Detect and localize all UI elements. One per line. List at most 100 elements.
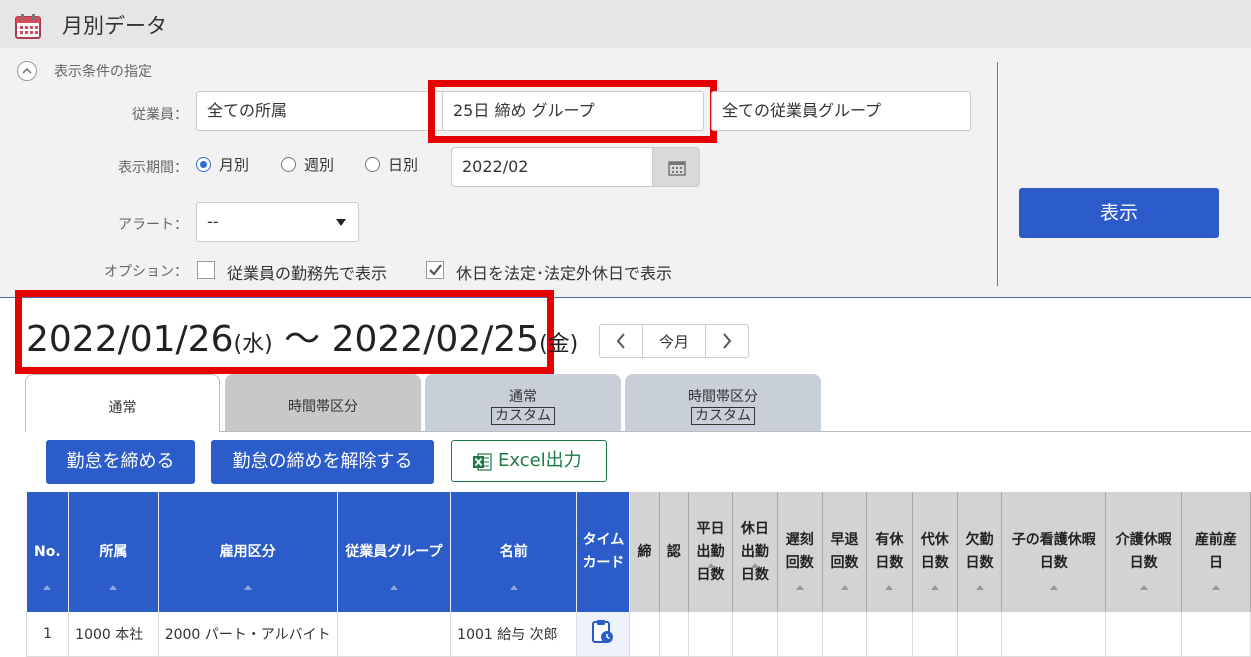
chevron-down-icon [336,219,346,226]
period-start-dow: (水) [233,332,273,357]
tab-time-zone-custom[interactable]: 時間帯区分 カスタム [625,374,821,432]
col-header-late[interactable]: 遅刻 回数 [777,492,823,612]
sort-icon [1139,585,1148,590]
col-header-name[interactable]: 名前 [450,492,578,612]
cell-affiliation: 1000 本社 [68,612,159,657]
cell-nursing-leave [1105,612,1182,657]
tab-normal[interactable]: 通常 [25,374,220,432]
sort-icon [795,585,804,590]
col-header-employment[interactable]: 雇用区分 [158,492,338,612]
option-label: オプション： [104,264,188,280]
col-header-child-care-leave[interactable]: 子の看護休暇 日数 [1001,492,1107,612]
alert-select[interactable]: -- [196,202,359,242]
radio-empty-icon [365,157,380,172]
sort-icon [840,585,849,590]
cell-timecard [576,612,631,657]
excel-export-button[interactable]: Excel出力 [451,440,607,482]
sort-icon [1211,585,1220,590]
this-month-button[interactable]: 今月 [642,325,706,357]
col-header-no[interactable]: No. [26,492,70,612]
col-header-substitute-leave[interactable]: 代休 日数 [912,492,958,612]
affiliation-select[interactable]: 全ての所属 [196,91,456,131]
cell-name: 1001 給与 次郎 [450,612,578,657]
col-header-closed: 締 [629,492,660,612]
release-close-button[interactable]: 勤怠の締めを解除する [211,440,434,484]
month-input[interactable]: 2022/02 [451,147,653,187]
sort-icon [109,585,118,590]
sort-icon [243,585,252,590]
sort-icon [43,585,52,590]
sort-icon [509,585,518,590]
period-label: 表示期間： [118,160,188,176]
col-header-holiday-work[interactable]: 休日 出勤 日数 [732,492,778,612]
alert-label: アラート： [118,217,188,233]
tab-normal-custom[interactable]: 通常 カスタム [425,374,621,432]
col-header-early-leave[interactable]: 早退 回数 [822,492,868,612]
next-button[interactable] [706,325,748,357]
sort-icon [930,585,939,590]
radio-monthly[interactable]: 月別 [196,156,249,174]
calendar-icon [15,14,41,39]
title-bar: 月別データ [0,0,1251,48]
tab-divider [220,431,1251,432]
prev-button[interactable] [600,325,642,357]
period-tilde: ～ [284,319,321,360]
col-header-nursing-leave[interactable]: 介護休暇 日数 [1105,492,1182,612]
cell-weekday-work [687,612,734,657]
timecard-icon[interactable] [592,619,614,645]
period-start: 2022/01/26 [26,319,234,360]
col-header-weekday-work[interactable]: 平日 出勤 日数 [688,492,734,612]
cell-group [336,612,452,657]
col-header-timecard: タイム カード [576,492,631,612]
col-header-approved: 認 [659,492,689,612]
period-range: 2022/01/26(水) ～ 2022/02/25(金) [26,310,578,362]
collapse-icon[interactable] [17,61,37,81]
cell-child-care-leave [1001,612,1107,657]
condition-title: 表示条件の指定 [54,64,152,80]
page-title: 月別データ [62,14,167,38]
radio-selected-icon [196,157,211,172]
radio-weekly[interactable]: 週別 [281,156,334,174]
sort-icon [885,585,894,590]
cell-paid-leave [866,612,913,657]
radio-empty-icon [281,157,296,172]
workplace-checkbox-label: 従業員の勤務先で表示 [227,264,388,283]
radio-daily[interactable]: 日別 [365,156,418,174]
cell-employment: 2000 パート・アルバイト [157,612,338,657]
cell-substitute-leave [911,612,958,657]
cell-absence [956,612,1003,657]
calendar-icon [668,161,686,176]
holiday-checkbox[interactable] [426,261,444,279]
workplace-checkbox[interactable] [197,261,215,279]
sort-icon [1049,585,1058,590]
excel-icon [473,453,492,471]
cell-approved [658,612,689,657]
period-end: 2022/02/25 [331,319,540,360]
tab-time-zone[interactable]: 時間帯区分 [225,374,421,432]
monthly-data-table: No. 所属 雇用区分 従業員グループ 名前 タイム カード 締 認 平日 出勤… [25,492,1251,657]
cell-holiday-work [732,612,778,657]
highlight-box [428,80,717,143]
col-header-maternity-leave[interactable]: 産前産 日 [1181,492,1251,612]
employee-group-select[interactable]: 全ての従業員グループ [711,91,971,131]
sort-icon [975,585,984,590]
show-button[interactable]: 表示 [1019,188,1219,238]
period-pager: 今月 [599,324,749,358]
sort-icon [389,585,398,590]
col-header-paid-leave[interactable]: 有休 日数 [866,492,913,612]
employee-label: 従業員： [132,107,188,123]
period-end-dow: (金) [539,332,579,357]
table-row: 1 1000 本社 2000 パート・アルバイト 1001 給与 次郎 [25,612,1251,657]
chevron-right-icon [723,333,732,349]
holiday-checkbox-label: 休日を法定･法定外休日で表示 [456,264,673,283]
col-header-absence[interactable]: 欠勤 日数 [957,492,1003,612]
col-header-affiliation[interactable]: 所属 [68,492,159,612]
close-attendance-button[interactable]: 勤怠を締める [46,440,195,484]
calendar-button[interactable] [652,147,700,187]
col-header-employee-group[interactable]: 従業員グループ [337,492,452,612]
cell-late [776,612,823,657]
cell-no: 1 [25,612,70,657]
cell-early-leave [821,612,868,657]
divider [997,62,998,286]
sort-icon [750,563,759,568]
